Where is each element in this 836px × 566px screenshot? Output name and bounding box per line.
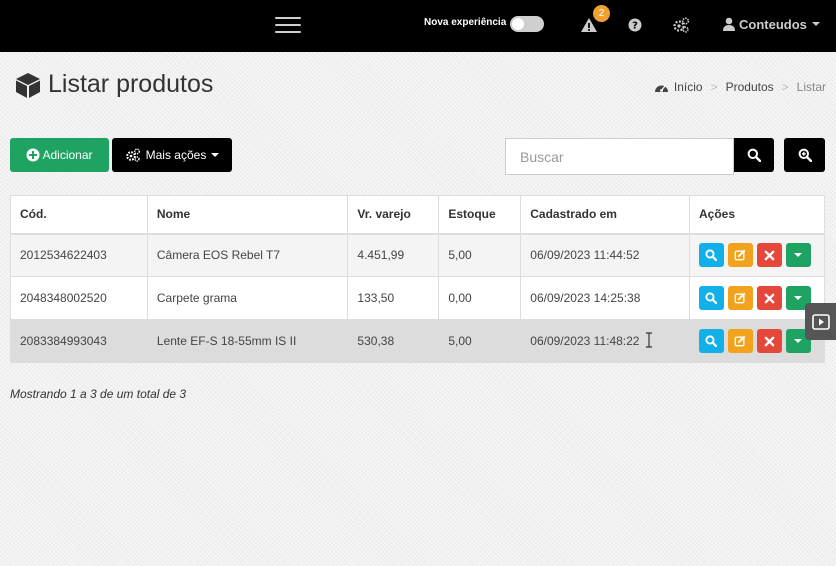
- breadcrumb-current: Listar: [796, 80, 826, 94]
- column-header-stock[interactable]: Estoque: [438, 195, 522, 235]
- caret-down-icon: [794, 339, 803, 343]
- chevron-down-icon: [211, 153, 220, 157]
- view-button[interactable]: [698, 243, 724, 268]
- search-input[interactable]: [505, 138, 734, 175]
- breadcrumb-separator: >: [781, 80, 789, 94]
- cell-code: 2083384993043: [10, 319, 148, 363]
- cell-stock: 0,00: [438, 276, 522, 320]
- edit-icon: [735, 249, 746, 261]
- edit-button[interactable]: [727, 243, 753, 268]
- edit-icon: [735, 335, 746, 347]
- page-header: Listar produtos: [14, 70, 213, 99]
- cell-code: 2012534622403: [10, 233, 148, 277]
- search-icon: [705, 335, 718, 347]
- table-row[interactable]: 2083384993043 Lente EF-S 18-55mm IS II 5…: [10, 319, 826, 363]
- close-icon: [764, 293, 775, 303]
- page-title: Listar produtos: [48, 70, 214, 98]
- hamburger-line: [275, 31, 301, 33]
- column-header-price[interactable]: Vr. varejo: [347, 195, 440, 235]
- search-icon: [705, 249, 718, 262]
- gears-icon[interactable]: [672, 16, 690, 34]
- delete-button[interactable]: [756, 286, 782, 310]
- cell-price: 133,50: [347, 276, 440, 320]
- breadcrumb-produtos[interactable]: Produtos: [726, 80, 774, 94]
- column-header-created[interactable]: Cadastrado em: [520, 195, 690, 235]
- cell-name: Lente EF-S 18-55mm IS II: [146, 319, 349, 363]
- question-icon[interactable]: ?: [626, 16, 644, 34]
- edit-button[interactable]: [727, 286, 753, 310]
- hamburger-line: [275, 17, 301, 19]
- cell-created: 06/09/2023 11:48:22: [520, 319, 690, 363]
- advanced-search-button[interactable]: [784, 138, 825, 172]
- chevron-down-icon: [811, 22, 820, 26]
- caret-down-icon: [794, 296, 803, 300]
- hamburger-line: [275, 24, 301, 26]
- close-icon: [764, 250, 775, 261]
- search-icon: [747, 148, 761, 162]
- edit-button[interactable]: [727, 329, 753, 353]
- delete-button[interactable]: [756, 243, 782, 268]
- cell-actions: [688, 233, 826, 277]
- search-button[interactable]: [734, 138, 774, 172]
- add-button[interactable]: Adicionar: [10, 138, 109, 172]
- nova-experiencia-label: Nova experiência: [424, 17, 507, 28]
- caret-down-icon: [794, 253, 803, 258]
- close-icon: [764, 336, 775, 346]
- cell-stock: 5,00: [438, 233, 522, 277]
- user-icon: [723, 17, 735, 31]
- hamburger-icon[interactable]: [275, 15, 301, 35]
- user-menu[interactable]: Conteudos: [722, 15, 820, 33]
- cell-name: Câmera EOS Rebel T7: [146, 233, 349, 277]
- nova-experiencia-toggle[interactable]: [510, 16, 544, 32]
- breadcrumb: Início > Produtos > Listar: [654, 80, 826, 94]
- svg-text:?: ?: [632, 21, 638, 32]
- row-more-button[interactable]: [785, 243, 811, 268]
- pagination-info: Mostrando 1 a 3 de um total de 3: [10, 387, 187, 401]
- view-button[interactable]: [698, 329, 724, 353]
- breadcrumb-separator: >: [710, 80, 718, 94]
- more-actions-label: Mais ações: [145, 148, 207, 162]
- play-icon: [811, 313, 830, 330]
- column-header-name[interactable]: Nome: [146, 195, 349, 235]
- alert-count-badge: 2: [593, 5, 610, 22]
- dashboard-icon: [654, 85, 668, 92]
- side-panel-tab[interactable]: [805, 303, 836, 340]
- add-button-label: Adicionar: [42, 148, 93, 162]
- plus-circle-icon: [26, 148, 40, 162]
- cell-name: Carpete grama: [146, 276, 349, 320]
- edit-icon: [735, 292, 746, 304]
- top-navbar: Nova experiência 2 ? Conteudos: [0, 0, 836, 52]
- table-row[interactable]: 2048348002520 Carpete grama 133,50 0,00 …: [10, 276, 826, 320]
- column-header-actions: Ações: [688, 195, 826, 235]
- products-table: Cód. Nome Vr. varejo Estoque Cadastrado …: [10, 195, 826, 363]
- cube-icon: [16, 72, 40, 98]
- cell-code: 2048348002520: [10, 276, 148, 320]
- cell-created: 06/09/2023 14:25:38: [520, 276, 690, 320]
- table-header-row: Cód. Nome Vr. varejo Estoque Cadastrado …: [10, 195, 826, 235]
- cell-stock: 5,00: [438, 319, 522, 363]
- column-header-code[interactable]: Cód.: [10, 195, 148, 235]
- breadcrumb-home[interactable]: Início: [674, 80, 703, 94]
- delete-button[interactable]: [756, 329, 782, 353]
- zoom-in-icon: [798, 148, 812, 162]
- user-label: Conteudos: [739, 16, 807, 32]
- view-button[interactable]: [698, 286, 724, 310]
- gears-icon: [125, 148, 140, 162]
- cell-price: 530,38: [347, 319, 440, 363]
- more-actions-button[interactable]: Mais ações: [112, 138, 232, 172]
- search-icon: [705, 292, 718, 304]
- table-row[interactable]: 2012534622403 Câmera EOS Rebel T7 4.451,…: [10, 233, 826, 277]
- cell-price: 4.451,99: [347, 233, 440, 277]
- text-cursor-icon: [646, 332, 652, 348]
- cell-created: 06/09/2023 11:44:52: [520, 233, 690, 277]
